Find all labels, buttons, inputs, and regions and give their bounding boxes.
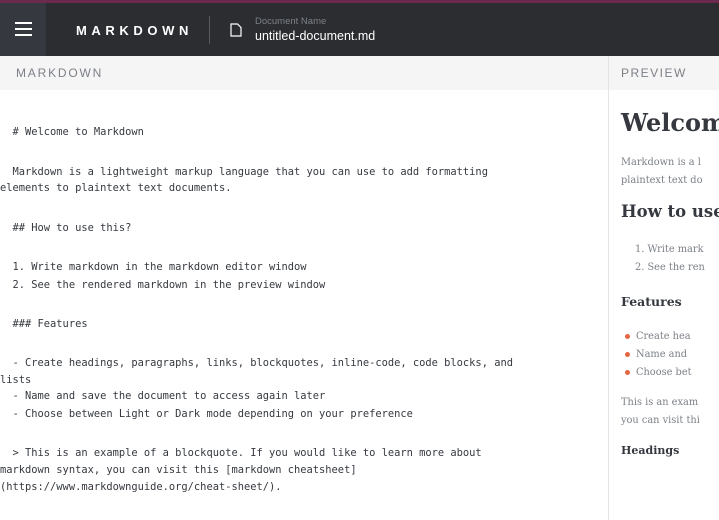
preview-blockquote: This is an exam bbox=[621, 397, 699, 408]
editor-line: 2. See the rendered markdown in the prev… bbox=[0, 279, 326, 291]
preview-bullet-item: Create hea bbox=[625, 331, 691, 342]
editor-line: ### Features bbox=[0, 318, 88, 330]
editor-line: ## How to use this? bbox=[0, 222, 132, 234]
editor-line: Markdown is a lightweight markup languag… bbox=[0, 166, 488, 178]
preview-h2: How to use bbox=[621, 202, 719, 221]
editor-line: 1. Write markdown in the markdown editor… bbox=[0, 261, 307, 273]
editor-line: lists bbox=[0, 374, 32, 386]
bullet-icon bbox=[625, 352, 630, 357]
editor-line: - Choose between Light or Dark mode depe… bbox=[0, 408, 413, 420]
bullet-icon bbox=[625, 334, 630, 339]
document-name-field[interactable]: untitled-document.md bbox=[255, 29, 375, 43]
editor-line: (https://www.markdownguide.org/cheat-she… bbox=[0, 481, 282, 493]
preview-h1: Welcom bbox=[621, 108, 719, 137]
editor-pane-header: MARKDOWN bbox=[0, 56, 608, 90]
preview-ordered-item: 2. See the ren bbox=[635, 262, 705, 273]
document-icon bbox=[230, 23, 242, 37]
preview-blockquote: you can visit thi bbox=[621, 415, 700, 426]
editor-line: > This is an example of a blockquote. If… bbox=[0, 447, 482, 459]
app-header: MARKDOWN Document Name untitled-document… bbox=[0, 3, 719, 56]
menu-icon bbox=[15, 22, 32, 24]
preview-h4: Headings bbox=[621, 444, 680, 457]
menu-button[interactable] bbox=[0, 3, 46, 56]
preview-paragraph: plaintext text do bbox=[621, 175, 703, 186]
preview-bullet-item: Choose bet bbox=[625, 367, 692, 378]
editor-line: elements to plaintext text documents. bbox=[0, 182, 232, 194]
editor-line: - Create headings, paragraphs, links, bl… bbox=[0, 357, 513, 369]
markdown-editor[interactable]: # Welcome to Markdown Markdown is a ligh… bbox=[0, 90, 608, 520]
app-brand: MARKDOWN bbox=[76, 23, 193, 38]
bullet-icon bbox=[625, 370, 630, 375]
preview-ordered-item: 1. Write mark bbox=[635, 244, 704, 255]
document-name-caption: Document Name bbox=[255, 16, 327, 27]
header-divider bbox=[209, 16, 210, 44]
preview-bullet-item: Name and bbox=[625, 349, 687, 360]
editor-line: - Name and save the document to access a… bbox=[0, 390, 326, 402]
preview-pane-header: PREVIEW bbox=[609, 56, 719, 90]
preview-h3: Features bbox=[621, 294, 682, 309]
editor-line: # Welcome to Markdown bbox=[0, 126, 144, 138]
preview-paragraph: Markdown is a l bbox=[621, 157, 701, 168]
markdown-preview: Welcom Markdown is a l plaintext text do… bbox=[609, 90, 719, 520]
editor-line: markdown syntax, you can visit this [mar… bbox=[0, 464, 357, 476]
